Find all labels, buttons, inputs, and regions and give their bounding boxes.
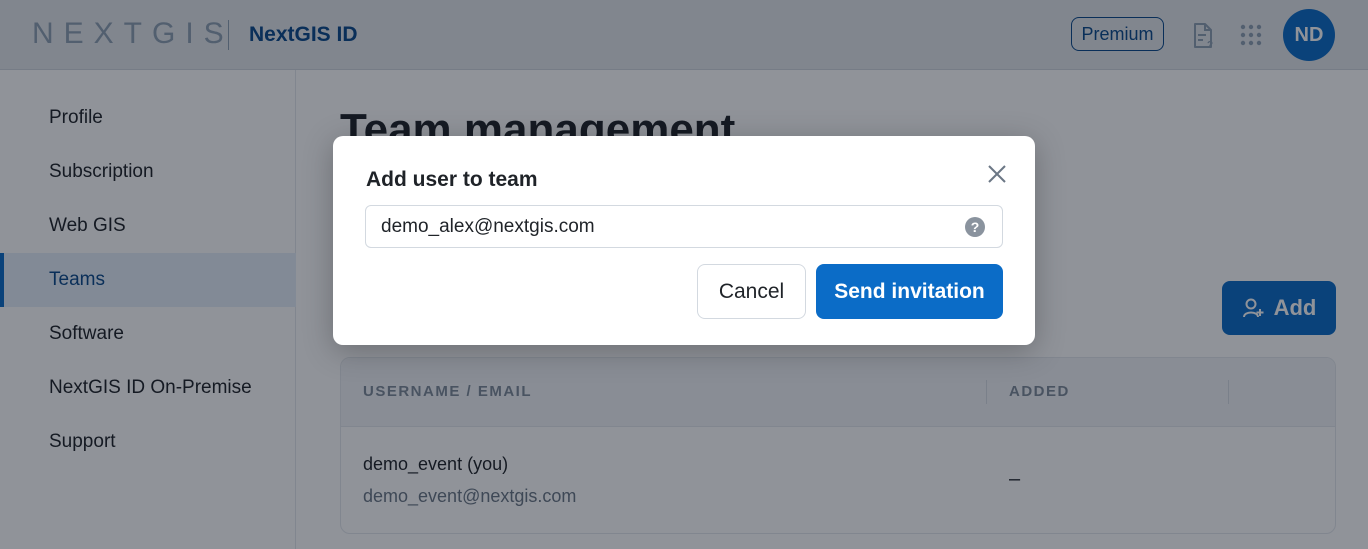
cancel-button[interactable]: Cancel — [697, 264, 806, 319]
help-icon[interactable]: ? — [965, 217, 985, 237]
add-user-dialog: Add user to team ? Cancel Send invitatio… — [333, 136, 1035, 345]
close-icon[interactable] — [985, 162, 1009, 186]
dialog-title: Add user to team — [366, 168, 538, 191]
send-invitation-button[interactable]: Send invitation — [816, 264, 1003, 319]
email-field[interactable] — [365, 205, 1003, 248]
